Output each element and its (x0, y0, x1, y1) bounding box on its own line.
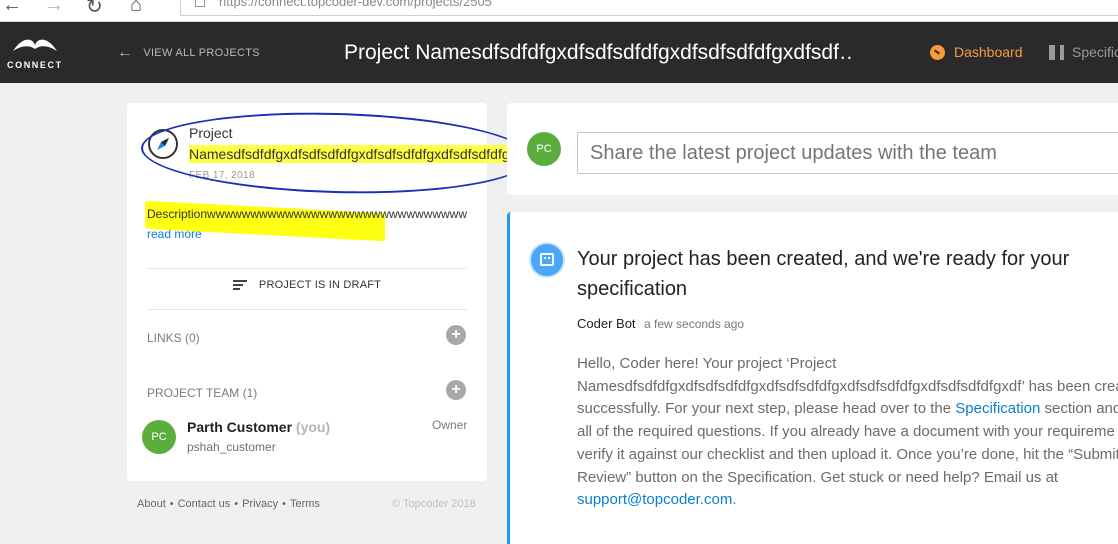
project-name-label: Project (189, 125, 233, 141)
avatar[interactable]: PC (142, 420, 176, 454)
compass-icon (148, 129, 178, 159)
app-header: CONNECT ← VIEW ALL PROJECTS Project Name… (0, 22, 1118, 83)
specification-icon (1049, 44, 1064, 60)
team-member-name[interactable]: Parth Customer (you) (187, 419, 330, 435)
forward-arrow-icon[interactable]: → (44, 0, 64, 17)
project-date: FEB 17, 2018 (189, 170, 255, 181)
read-more-link[interactable]: read more (147, 227, 202, 241)
avatar: PC (527, 132, 561, 166)
page-title: Project Namesdfsdfdfgxdfsdfsdfdfgxdfsdfs… (344, 41, 854, 64)
support-email-link[interactable]: support@topcoder.com (577, 491, 732, 508)
team-member-role: Owner (432, 418, 468, 432)
logo-text: CONNECT (7, 60, 63, 70)
share-update-input[interactable] (577, 132, 1118, 174)
member-full-name: Parth Customer (187, 419, 293, 435)
feed-post: Your project has been created, and we're… (507, 212, 1118, 544)
specification-label: Specific (1072, 44, 1118, 60)
member-you-tag: (you) (295, 419, 331, 435)
robot-icon (540, 253, 554, 266)
post-body-line: Hello, Coder here! Your project ‘Project (577, 355, 837, 372)
footer-separator: • (169, 498, 174, 510)
post-body-line: Namesdfsdfdfgxdfsdfsdfdfgxdfsdfsdfdfgxdf… (577, 377, 1118, 395)
dashboard-gauge-icon (930, 44, 945, 60)
home-icon[interactable]: ⌂ (130, 0, 142, 17)
divider (147, 268, 467, 269)
post-body-line: successfully. For your next step, please… (577, 398, 1118, 421)
footer-separator: • (234, 498, 239, 510)
refresh-icon[interactable]: ↻ (86, 0, 103, 19)
page-icon (195, 0, 205, 7)
dashboard-nav-link[interactable]: Dashboard (930, 44, 1023, 60)
project-info-card: Project Namesdfsdfdfgxdfsdfsdfdfgxdfsdfs… (127, 103, 532, 481)
specification-nav-link[interactable]: Specific (1049, 44, 1118, 60)
team-section-label: PROJECT TEAM (1) (147, 386, 258, 400)
post-body-line: Review” button on the Specification. Get… (577, 468, 1059, 486)
post-body-text: . (732, 491, 737, 509)
project-status: PROJECT IS IN DRAFT (147, 279, 467, 291)
team-member-handle: pshah_customer (187, 440, 276, 454)
post-body-line: support@topcoder.com. (577, 489, 1118, 512)
footer-links: About • Contact us • Privacy • Terms (137, 498, 320, 510)
privacy-link[interactable]: Privacy (242, 498, 278, 510)
address-bar[interactable]: https://connect.topcoder-dev.com/project… (180, 0, 1118, 16)
url-text: https://connect.topcoder-dev.com/project… (219, 0, 492, 9)
specification-link[interactable]: Specification (955, 400, 1040, 417)
project-name: Namesdfsdfdfgxdfsdfsdfdfgxdfsdfsdfdfgxdf… (189, 145, 507, 163)
divider (147, 309, 467, 310)
post-body: Hello, Coder here! Your project ‘Project… (577, 353, 1118, 512)
connect-logo-icon[interactable] (10, 35, 60, 57)
back-arrow-icon[interactable]: ← (2, 0, 22, 17)
project-status-label: PROJECT IS IN DRAFT (258, 279, 382, 291)
post-body-text: section and (1040, 400, 1118, 418)
copyright-text: © Topcoder 2018 (392, 498, 476, 510)
footer-separator: • (282, 498, 286, 510)
list-icon (232, 280, 247, 290)
about-link[interactable]: About (137, 498, 166, 510)
post-author[interactable]: Coder Bot (577, 316, 636, 331)
view-all-projects-link[interactable]: ← VIEW ALL PROJECTS (117, 44, 260, 62)
browser-toolbar: ← → ↻ ⌂ https://connect.topcoder-dev.com… (0, 0, 1118, 22)
share-update-card: PC (507, 103, 1118, 195)
post-body-line: all of the required questions. If you al… (577, 423, 1115, 441)
terms-link[interactable]: Terms (290, 498, 320, 510)
project-description: Descriptionwwwwwwwwwwwwwwwwwwwwwwwwwwwww… (147, 207, 467, 221)
add-member-button[interactable]: + (446, 380, 466, 400)
view-all-projects-label: VIEW ALL PROJECTS (143, 47, 260, 59)
post-title: Your project has been created, and we're… (577, 248, 1070, 300)
dashboard-label: Dashboard (954, 44, 1023, 60)
contact-link[interactable]: Contact us (178, 498, 231, 510)
add-link-button[interactable]: + (446, 325, 466, 345)
post-body-line: verify it against our checklist and then… (577, 445, 1118, 463)
post-timestamp: a few seconds ago (644, 317, 745, 331)
post-body-text: successfully. For your next step, please… (577, 400, 956, 418)
links-section-label: LINKS (0) (147, 331, 200, 345)
arrow-left-icon: ← (117, 44, 134, 61)
bot-avatar (529, 242, 565, 278)
